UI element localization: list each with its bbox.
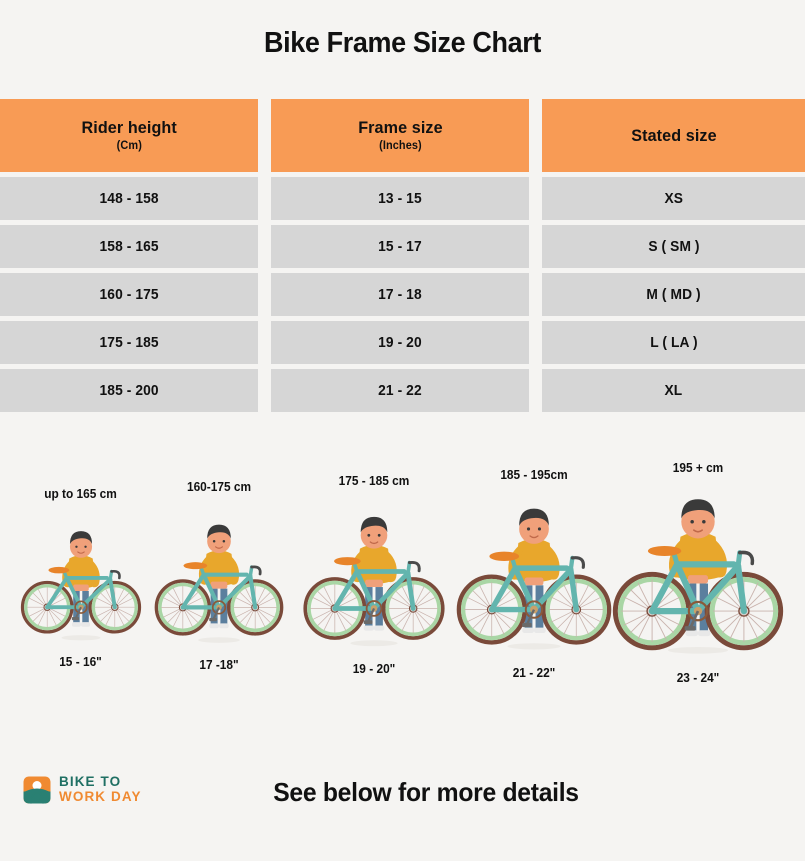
header-sub-label: (Inches) (378, 140, 422, 153)
figure-group-5: 195 + cm 23 - 24" (608, 461, 788, 685)
bicycle (303, 557, 445, 640)
cell-value: M ( MD ) (646, 286, 701, 303)
header-cell-stated-size: Stated size (542, 99, 805, 172)
cell-frame-size: 19 - 20 (271, 321, 529, 364)
header-main-label: Stated size (630, 125, 717, 145)
bicycle (612, 545, 784, 651)
table-row: 175 - 185 19 - 20 L ( LA ) (0, 321, 805, 364)
column-gap (529, 369, 542, 412)
table-row: 158 - 165 15 - 17 S ( SM ) (0, 225, 805, 268)
footer: BIKE TO WORK DAY See below for more deta… (0, 770, 805, 840)
cell-value: 17 - 18 (378, 286, 422, 303)
table-row: 160 - 175 17 - 18 M ( MD ) (0, 273, 805, 316)
brand-line-2: WORK DAY (59, 789, 142, 804)
cell-value: 21 - 22 (378, 382, 422, 399)
column-gap (258, 369, 271, 412)
figure-height-label: 175 - 185 cm (338, 474, 410, 488)
column-gap (529, 99, 542, 172)
cell-stated-size: L ( LA ) (542, 321, 805, 364)
cell-frame-size: 13 - 15 (271, 177, 529, 220)
cell-value: XS (664, 190, 683, 207)
column-gap (258, 99, 271, 172)
cyclist-illustration-1 (20, 531, 141, 641)
figure-group-3: 175 - 185 cm 19 - 20" (294, 474, 454, 676)
cyclist-illustration-5 (612, 499, 784, 654)
column-gap (529, 177, 542, 220)
column-gap (258, 225, 271, 268)
brand-logo-text: BIKE TO WORK DAY (59, 775, 142, 804)
size-chart-table: Rider height (Cm) Frame size (Inches) St… (0, 99, 805, 412)
column-gap (529, 225, 542, 268)
header-main-label: Frame size (357, 118, 443, 138)
header-cell-frame-size: Frame size (Inches) (271, 99, 529, 172)
cell-value: 13 - 15 (378, 190, 422, 207)
cell-rider-height: 160 - 175 (0, 273, 258, 316)
cell-value: XL (664, 382, 683, 399)
cyclist-illustration-2 (154, 524, 284, 643)
figure-group-2: 160-175 cm 17 -18" (143, 480, 295, 672)
figure-group-1: up to 165 cm 15 - 16" (8, 487, 153, 669)
cell-value: 160 - 175 (99, 286, 159, 303)
column-gap (258, 177, 271, 220)
cell-value: 185 - 200 (99, 382, 159, 399)
table-row: 185 - 200 21 - 22 XL (0, 369, 805, 412)
cell-frame-size: 15 - 17 (271, 225, 529, 268)
column-gap (258, 273, 271, 316)
cell-value: 15 - 17 (378, 238, 422, 255)
rider-size-figures: up to 165 cm 15 - 16" 160-175 cm 17 -18"… (0, 455, 805, 730)
cell-rider-height: 158 - 165 (0, 225, 258, 268)
figure-frame-label: 15 - 16" (59, 655, 102, 669)
figure-frame-label: 23 - 24" (676, 671, 720, 685)
bike-logo-icon (23, 776, 51, 804)
cyclist-illustration-4 (456, 508, 612, 650)
column-gap (529, 273, 542, 316)
column-gap (258, 321, 271, 364)
figure-height-label: up to 165 cm (44, 487, 117, 501)
cell-value: 19 - 20 (378, 334, 422, 351)
table-row: 148 - 158 13 - 15 XS (0, 177, 805, 220)
bicycle (154, 562, 284, 636)
header-sub-label: (Cm) (116, 140, 142, 153)
cyclist-illustration-3 (303, 516, 445, 647)
header-main-label: Rider height (81, 118, 177, 138)
cell-value: 158 - 165 (99, 238, 159, 255)
figure-height-label: 185 - 195cm (500, 468, 568, 482)
cell-stated-size: XL (542, 369, 805, 412)
cell-stated-size: S ( SM ) (542, 225, 805, 268)
figure-height-label: 160-175 cm (186, 480, 252, 494)
brand-line-1: BIKE TO (59, 774, 122, 790)
infographic-page: Bike Frame Size Chart Rider height (Cm) … (0, 0, 805, 861)
cell-rider-height: 148 - 158 (0, 177, 258, 220)
figure-height-label: 195 + cm (672, 461, 724, 475)
column-gap (529, 321, 542, 364)
cell-rider-height: 175 - 185 (0, 321, 258, 364)
header-cell-rider-height: Rider height (Cm) (0, 99, 258, 172)
cell-rider-height: 185 - 200 (0, 369, 258, 412)
figure-group-4: 185 - 195cm 21 - 22" (450, 468, 618, 680)
cell-value: S ( SM ) (647, 238, 700, 255)
cell-stated-size: XS (542, 177, 805, 220)
page-title: Bike Frame Size Chart (264, 27, 541, 59)
cell-value: 148 - 158 (99, 190, 159, 207)
figure-frame-label: 19 - 20" (352, 662, 396, 676)
bicycle (20, 566, 141, 634)
figure-frame-label: 17 -18" (199, 658, 239, 672)
cell-stated-size: M ( MD ) (542, 273, 805, 316)
table-header-row: Rider height (Cm) Frame size (Inches) St… (0, 99, 805, 172)
figure-frame-label: 21 - 22" (512, 666, 556, 680)
brand-logo[interactable]: BIKE TO WORK DAY (22, 775, 142, 805)
footer-cta-text: See below for more details (273, 777, 579, 807)
cell-frame-size: 21 - 22 (271, 369, 529, 412)
cell-frame-size: 17 - 18 (271, 273, 529, 316)
cell-value: L ( LA ) (649, 334, 698, 351)
cell-value: 175 - 185 (99, 334, 159, 351)
